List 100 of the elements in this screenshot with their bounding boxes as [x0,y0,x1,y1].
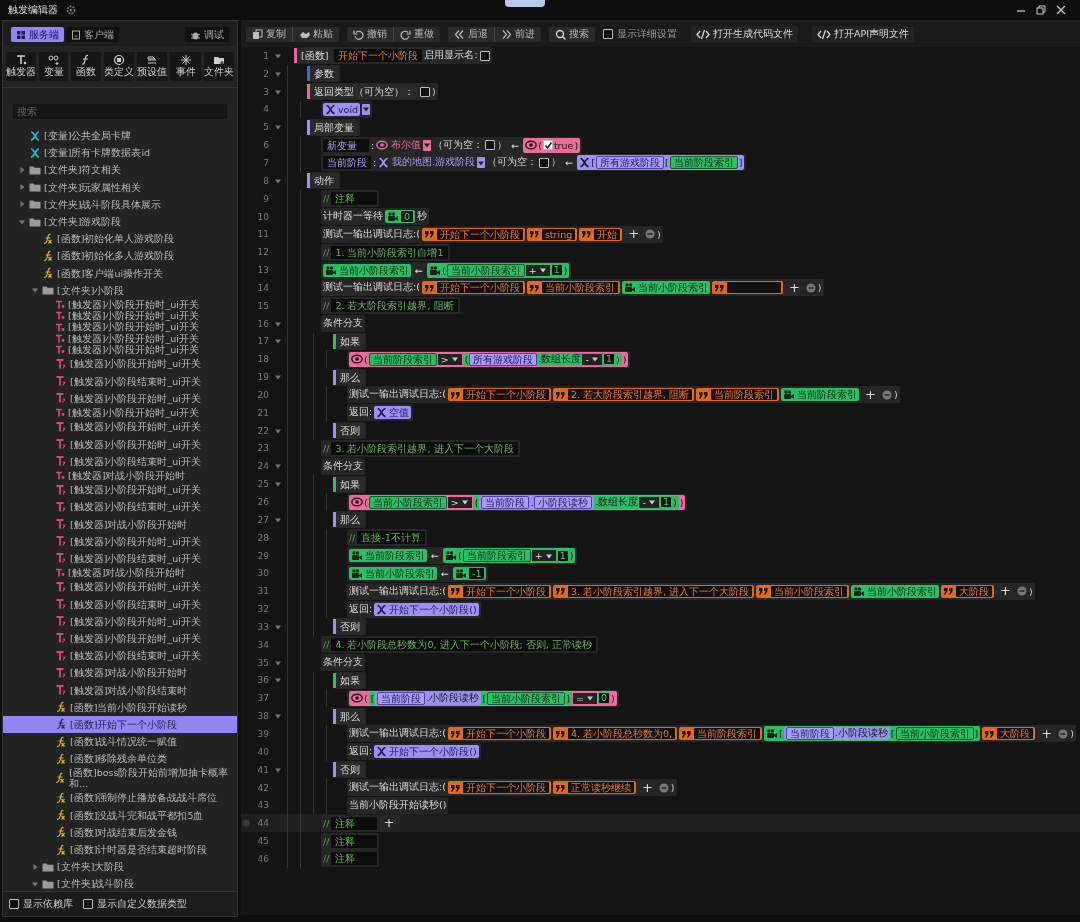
variable-ref[interactable]: 当前小阶段索引 [487,691,566,705]
tool-button[interactable]: 预设值 [137,52,168,81]
toolbar-button[interactable]: 撤销 [347,26,393,42]
variable-chip[interactable]: 当前阶段索引 [349,549,427,563]
string-literal[interactable]: 大阶段 [982,727,1036,741]
number-literal[interactable]: -1 [452,566,487,580]
string-literal[interactable]: 开始下一个小阶段 [447,388,551,402]
tree-item[interactable]: [触发器]小阶段结束时_ui开关 [3,647,237,665]
remove-icon[interactable] [1058,729,1069,739]
tool-button[interactable]: 类定义 [103,52,134,81]
tool-button[interactable]: 文件夹 [203,52,234,81]
tree-item[interactable]: [函数]没战斗完和战平都扣5血 [3,806,237,824]
string-literal[interactable]: 开始下一个小阶段 [421,227,525,241]
tree-item[interactable]: [触发器]小阶段开始时_ui开关 [3,298,237,311]
operator-dropdown[interactable]: > [447,496,472,508]
comment-field[interactable]: 注释 [331,816,378,830]
string-literal[interactable]: 3. 若小阶段索引越界, 进入下一个大阶段 [552,584,755,598]
debug-button[interactable]: 调试 [185,27,229,42]
string-literal[interactable]: 开始下一个小阶段 [447,727,551,741]
tree-item[interactable]: [文件夹]玩家属性相关 [3,178,237,196]
operator-dropdown[interactable]: + [531,550,556,562]
string-literal[interactable]: 开始下一个小阶段 [421,281,525,295]
tree-item[interactable]: [函数]初始化单人游戏阶段 [3,230,237,248]
remove-icon[interactable] [1016,586,1027,597]
detail-checkbox[interactable]: 显示详细设置 [603,27,677,41]
variable-ref[interactable]: 当前阶段索引 [368,352,437,366]
member-ref[interactable]: 所有游戏阶段 [469,352,538,366]
tree-item[interactable]: [文件夹]符文相关 [3,161,237,179]
tree-item[interactable]: [文件夹]小阶段 [3,281,237,299]
search-field[interactable]: 搜索 [13,104,227,119]
tree-item[interactable]: [变量]公共全局卡牌 [3,127,237,145]
object-chip[interactable]: 开始下一个小阶段() [374,745,479,759]
variable-ref[interactable]: 当前小阶段索引 [446,263,525,277]
type-selector[interactable]: 我的地图.游戏阶段 [378,156,476,170]
string-literal[interactable]: 开始 [579,227,623,241]
string-literal[interactable]: 正常读秒继续 [552,781,636,794]
tree-item[interactable]: [触发器]小阶段开始时_ui开关 [3,612,237,630]
number-value[interactable]: 0 [597,692,610,705]
variable-chip[interactable]: 当前小阶段索引 [621,281,710,295]
member-ref[interactable]: 所有游戏阶段 [595,156,664,170]
tree-item[interactable]: [触发器]小阶段开始时_ui开关 [3,435,237,453]
operator-dropdown[interactable]: = [572,692,597,704]
comment-field[interactable]: 1. 当前小阶段索引自增1 [331,245,448,259]
side-tab[interactable]: 客户端 [66,27,119,42]
toolbar-button[interactable]: 打开API声明文件 [812,26,915,42]
operator-dropdown[interactable]: - [639,496,659,508]
operator-dropdown[interactable]: - [582,353,602,365]
object-chip[interactable]: void [323,102,361,116]
string-literal[interactable]: 当前小阶段索引 [756,584,850,598]
number-value[interactable]: 1 [659,496,672,508]
variable-chip[interactable]: 当前阶段索引 [781,388,860,402]
side-tab[interactable]: 服务端 [11,27,64,42]
toolbar-button[interactable]: 搜索 [549,26,595,42]
member-ref[interactable]: 当前阶段 [377,691,426,705]
dropdown-button[interactable] [362,103,371,115]
operator-dropdown[interactable]: + [525,264,550,276]
tool-button[interactable]: 变量 [39,52,69,81]
tool-button[interactable]: 事件 [170,52,201,81]
number-value[interactable]: 1 [602,353,615,366]
tree-item[interactable]: [函数]boss阶段开始前增加抽卡概率和... [3,767,237,790]
name-field[interactable]: 开始下一个小阶段 [334,49,423,63]
toolbar-button[interactable]: 前进 [494,26,541,42]
tree-item[interactable]: [文件夹]战斗阶段具体展示 [3,195,237,213]
caret-icon[interactable] [274,480,282,489]
string-literal[interactable]: 大阶段 [941,584,995,598]
checkbox[interactable] [539,158,550,168]
caret-icon[interactable] [274,123,282,132]
string-literal[interactable]: 开始下一个小阶段 [447,781,551,794]
checkbox[interactable] [542,140,553,151]
tree-item[interactable]: [触发器]对战小阶段结束时 [3,681,237,699]
tree-item[interactable]: [函数]当前小阶段开始读秒 [3,698,237,716]
tree-item[interactable]: [触发器]小阶段开始时_ui开关 [3,344,237,356]
variable-chip[interactable]: 当前小阶段索引 [851,584,940,598]
variable-ref[interactable]: 当前小阶段索引 [895,727,974,741]
tree-item[interactable]: [函数]移除残余单位类 [3,750,237,768]
name-field[interactable]: 新变量 [323,138,369,152]
tree-item[interactable]: [触发器]小阶段开始时_ui开关 [3,310,237,322]
string-literal[interactable] [711,281,783,295]
tree-item[interactable]: [触发器]小阶段开始时_ui开关 [3,532,237,550]
type-selector[interactable]: 布尔值 [376,138,422,152]
tree-item[interactable]: [触发器]小阶段开始时_ui开关 [3,418,237,436]
tree-item[interactable]: [函数]计时器是否结束超时阶段 [3,840,237,859]
tree-item[interactable]: [触发器]小阶段结束时_ui开关 [3,372,237,390]
variable-ref[interactable]: 当前阶段索引 [462,549,531,563]
number-value[interactable]: 1 [550,264,563,277]
object-chip[interactable]: 空值 [374,406,412,420]
variable-ref[interactable]: 当前阶段索引 [669,156,738,170]
caret-icon[interactable] [274,676,282,685]
add-button[interactable]: + [637,781,657,794]
caret-icon[interactable] [274,712,282,721]
checkbox[interactable] [485,140,496,151]
toolbar-button[interactable]: 打开生成代码文件 [691,26,798,42]
comment-field[interactable]: 直接-1不计算 [357,531,425,545]
tree-item[interactable]: [触发器]小阶段开始时_ui开关 [3,629,237,648]
caret-icon[interactable] [274,373,282,382]
tree-item[interactable]: [函数]强制停止播放备战战斗席位 [3,789,237,807]
tree-item[interactable]: [触发器]小阶段开始时_ui开关 [3,355,237,373]
tree-item[interactable]: [触发器]小阶段开始时_ui开关 [3,481,237,499]
tree-item[interactable]: [触发器]小阶段开始时_ui开关 [3,321,237,333]
member-ref[interactable]: 小阶段读秒 [534,495,593,509]
